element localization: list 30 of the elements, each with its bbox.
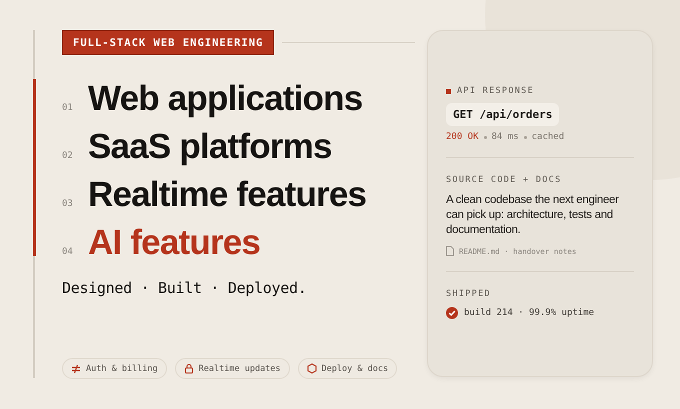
service-title: Realtime features (88, 175, 366, 215)
separator-dot (524, 136, 527, 138)
chip-label: Auth & billing (86, 364, 158, 374)
cache-status: cached (532, 132, 564, 142)
square-icon (446, 88, 451, 94)
section-heading: API RESPONSE (457, 86, 534, 96)
check-circle-icon (446, 307, 458, 319)
document-icon (446, 246, 454, 256)
lock-icon (184, 363, 194, 374)
chip-label: Realtime updates (198, 364, 281, 374)
section-heading: SOURCE CODE + DOCS (446, 175, 562, 185)
chip-label: Deploy & docs (322, 364, 388, 374)
description-text: A clean codebase the next engineer can pick up: architecture, tests and documentation. (446, 193, 620, 238)
separator-dot (484, 136, 487, 138)
tagline: Designed · Built · Deployed. (62, 279, 308, 297)
not-equal-icon (71, 364, 81, 374)
service-title: SaaS platforms (88, 127, 332, 167)
service-title: AI features (88, 223, 260, 263)
category-tag: FULL-STACK WEB ENGINEERING (62, 30, 274, 55)
item-number: 01 (62, 103, 74, 113)
section-heading: SHIPPED (446, 289, 491, 299)
hexagon-icon (306, 363, 317, 374)
build-status: build 214 · 99.9% uptime (464, 308, 594, 318)
item-number: 02 (62, 151, 74, 161)
service-title: Web applications (88, 79, 362, 119)
item-number: 04 (62, 247, 74, 257)
request-pill: GET /api/orders (446, 103, 560, 126)
response-time: 84 ms (492, 132, 519, 142)
item-number: 03 (62, 199, 74, 209)
status-text: 200 OK (446, 132, 479, 142)
